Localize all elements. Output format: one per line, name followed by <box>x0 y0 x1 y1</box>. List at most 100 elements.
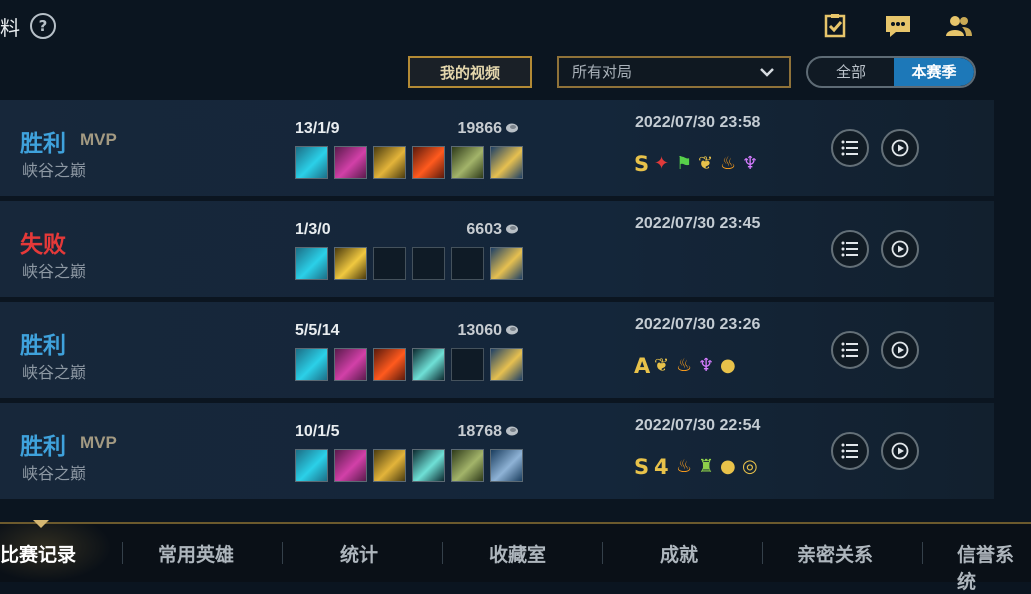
top-bar: 料 ? <box>0 0 1031 52</box>
tab-divider <box>122 542 123 564</box>
fire-blade-icon <box>373 348 406 381</box>
empty-item-slot <box>451 348 484 381</box>
tab-relationships[interactable]: 亲密关系 <box>797 540 873 567</box>
match-mode: 峡谷之巅 <box>22 161 87 180</box>
tab-common-heroes[interactable]: 常用英雄 <box>158 540 234 567</box>
trinket-icon <box>490 247 523 280</box>
tab-statistics[interactable]: 统计 <box>340 540 378 567</box>
page-title: 料 <box>0 16 20 40</box>
match-kda: 1/3/0 <box>295 221 331 238</box>
checklist-icon[interactable] <box>822 14 850 38</box>
trinket-icon <box>490 146 523 179</box>
wings-badge-icon: ♆ <box>742 153 759 174</box>
tab-collection[interactable]: 收藏室 <box>489 540 546 567</box>
match-result: 失败 <box>20 232 66 258</box>
tab-divider <box>922 542 923 564</box>
gold-blade-icon <box>373 449 406 482</box>
match-detail-button[interactable] <box>831 129 869 167</box>
help-icon[interactable]: ? <box>30 13 56 39</box>
match-detail-button[interactable] <box>831 331 869 369</box>
match-gold: 19866 <box>457 120 503 137</box>
flame-badge-icon: ♨ <box>720 153 737 174</box>
list-icon <box>841 443 858 459</box>
match-replay-button[interactable] <box>881 432 919 470</box>
tab-divider <box>442 542 443 564</box>
match-detail-button[interactable] <box>831 230 869 268</box>
segment-all[interactable]: 全部 <box>808 58 894 86</box>
match-replay-button[interactable] <box>881 230 919 268</box>
gold-blade-icon <box>373 146 406 179</box>
list-icon <box>841 140 858 156</box>
match-mode: 峡谷之巅 <box>22 262 87 281</box>
boots-icon <box>295 348 328 381</box>
replay-icon <box>891 240 909 258</box>
boots-icon <box>295 247 328 280</box>
mvp-badge: MVP <box>80 130 117 149</box>
match-result: 胜利 <box>20 131 66 157</box>
match-time: 2022/07/30 23:45 <box>635 215 761 232</box>
mvp-badge: MVP <box>80 433 117 452</box>
tower-badge-icon: ♜ <box>698 456 715 477</box>
match-filter-dropdown[interactable]: 所有对局 <box>557 56 791 88</box>
season-segmented-control: 全部 本赛季 <box>806 56 976 88</box>
match-filter-value: 所有对局 <box>572 63 633 81</box>
trinket-icon <box>490 348 523 381</box>
rating-badge: S <box>634 455 650 479</box>
match-result: 胜利 <box>20 434 66 460</box>
my-video-button[interactable]: 我的视频 <box>408 56 532 88</box>
tab-achievements[interactable]: 成就 <box>660 540 698 567</box>
match-replay-button[interactable] <box>881 129 919 167</box>
axe-icon <box>451 146 484 179</box>
axe-icon <box>451 449 484 482</box>
friends-icon[interactable] <box>945 14 973 38</box>
segment-season[interactable]: 本赛季 <box>894 58 974 86</box>
dagger-icon <box>412 449 445 482</box>
tab-divider <box>282 542 283 564</box>
empty-item-slot <box>412 247 445 280</box>
match-row[interactable]: 胜利 MVP 峡谷之巅 13/1/9 19866 2022/07/30 23:58 S ✦ ⚑ ❦… <box>0 100 994 196</box>
replay-icon <box>891 442 909 460</box>
match-time: 2022/07/30 22:54 <box>635 417 761 434</box>
match-kda: 13/1/9 <box>295 120 340 137</box>
tab-match-history[interactable]: 比赛记录 <box>0 540 76 567</box>
gold-coin-icon <box>506 325 518 335</box>
match-time: 2022/07/30 23:58 <box>635 114 761 131</box>
list-icon <box>841 342 858 358</box>
empty-item-slot <box>373 247 406 280</box>
leaf-badge-icon: ❦ <box>654 355 670 376</box>
match-row[interactable]: 胜利 MVP 峡谷之巅 10/1/5 18768 2022/07/30 22:54 S 4 ♨ ♜… <box>0 403 994 499</box>
match-row[interactable]: 失败峡谷之巅 1/3/0 6603 2022/07/30 23:45 <box>0 201 994 297</box>
bottom-tab-bar: 比赛记录 常用英雄 统计 收藏室 成就 亲密关系 信誉系统 <box>0 520 1031 593</box>
fire-blade-icon <box>412 146 445 179</box>
wings-badge-icon: ♆ <box>698 355 715 376</box>
match-row[interactable]: 胜利 峡谷之巅 5/5/14 13060 2022/07/30 23:26 A ❦ ♨ ♆ ● <box>0 302 994 398</box>
kill-badge-icon: ✦ <box>654 153 670 174</box>
tab-credit-system[interactable]: 信誉系统 <box>957 540 1031 594</box>
coins-badge-icon: ◎ <box>742 456 758 477</box>
match-toolbar: 我的视频 所有对局 全部 本赛季 <box>0 56 1031 90</box>
coin-badge-icon: ● <box>720 456 736 477</box>
flame-badge-icon: ♨ <box>676 456 693 477</box>
match-mode: 峡谷之巅 <box>22 464 87 483</box>
empty-item-slot <box>451 247 484 280</box>
boots-icon <box>295 146 328 179</box>
match-replay-button[interactable] <box>881 331 919 369</box>
match-mode: 峡谷之巅 <box>22 363 87 382</box>
sword-icon <box>334 146 367 179</box>
bag-icon <box>490 449 523 482</box>
chevron-down-icon <box>759 60 775 84</box>
flame-badge-icon: ♨ <box>676 355 693 376</box>
rating-badge: A <box>634 354 651 378</box>
match-detail-button[interactable] <box>831 432 869 470</box>
active-tab-indicator <box>33 520 49 528</box>
list-icon <box>841 241 858 257</box>
match-time: 2022/07/30 23:26 <box>635 316 761 333</box>
chat-icon[interactable] <box>884 14 912 38</box>
quadra-badge-icon: 4 <box>654 455 669 479</box>
tab-divider <box>762 542 763 564</box>
dagger-icon <box>412 348 445 381</box>
match-gold: 6603 <box>466 221 502 238</box>
coin-badge-icon: ● <box>720 355 736 376</box>
boots-icon <box>295 449 328 482</box>
sword-icon <box>334 449 367 482</box>
